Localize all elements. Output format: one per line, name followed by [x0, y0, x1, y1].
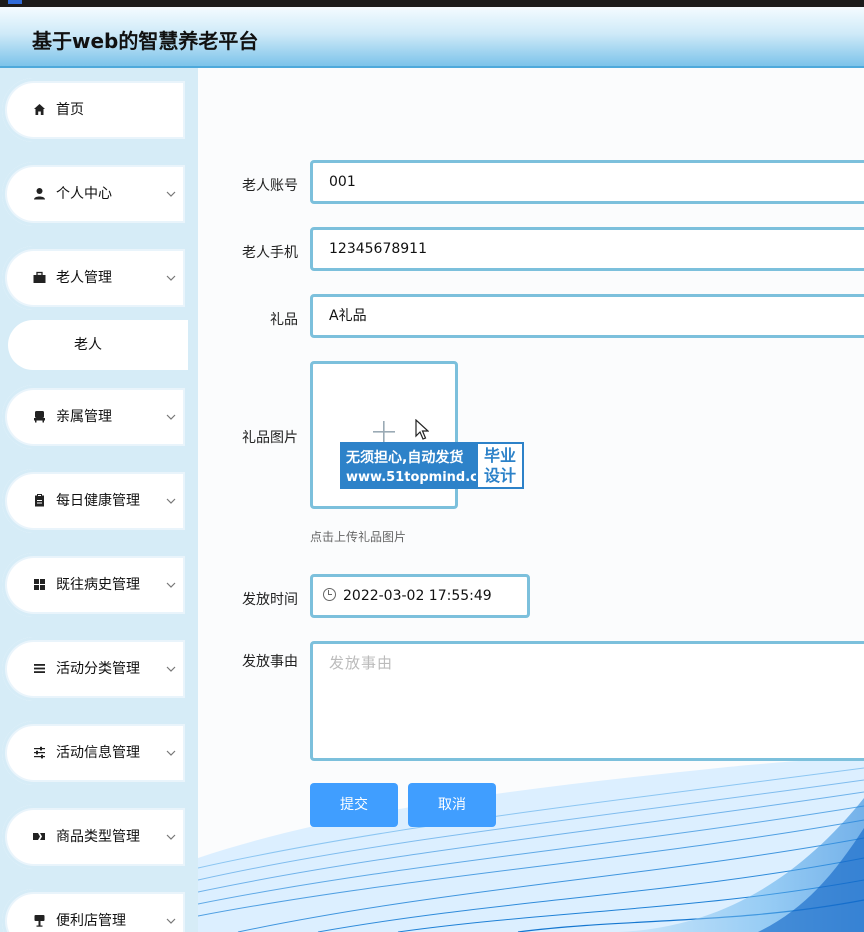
sidebar-item-label: 个人中心 — [56, 186, 112, 202]
reason-label: 发放事由 — [242, 654, 298, 670]
sidebar-item-label: 亲属管理 — [56, 409, 112, 425]
sidebar-item-label: 老人管理 — [56, 270, 112, 286]
issue-time-label: 发放时间 — [242, 592, 298, 608]
watermark-tag-line1: 毕业 — [483, 446, 516, 465]
sidebar-item-personal-center[interactable]: 个人中心 — [2, 162, 188, 226]
account-label: 老人账号 — [242, 178, 298, 194]
chevron-down-icon — [166, 246, 176, 310]
watermark-line2: www.51topmind.com — [346, 470, 501, 485]
user-icon — [32, 186, 46, 200]
home-icon — [32, 102, 46, 116]
app-header: 基于web的智慧养老平台 — [0, 7, 864, 68]
reason-textarea[interactable]: 发放事由 — [310, 641, 864, 761]
chevron-down-icon — [166, 162, 176, 226]
chevron-down-icon — [166, 469, 176, 533]
sidebar-item-activity-info[interactable]: 活动信息管理 — [2, 721, 188, 785]
sidebar-item-medical-history[interactable]: 既往病史管理 — [2, 553, 188, 617]
watermark-tag: 毕业 设计 — [476, 442, 524, 489]
app-title: 基于web的智慧养老平台 — [32, 29, 259, 53]
sidebar-item-elder-management[interactable]: 老人管理 — [2, 246, 188, 310]
sidebar-item-label: 每日健康管理 — [56, 493, 140, 509]
sidebar-item-daily-health[interactable]: 每日健康管理 — [2, 469, 188, 533]
mouse-cursor-icon — [415, 419, 429, 440]
chevron-down-icon — [166, 385, 176, 449]
browser-tab-icon — [8, 0, 22, 4]
chevron-down-icon — [166, 637, 176, 701]
watermark-line1: 无须担心,自动发货 — [346, 450, 464, 466]
sidebar-item-product-type[interactable]: 商品类型管理 — [2, 805, 188, 869]
sidebar-item-label: 首页 — [56, 102, 84, 118]
submit-button[interactable]: 提交 — [310, 783, 398, 827]
gift-image-label: 礼品图片 — [242, 430, 298, 446]
gift-label: 礼品 — [270, 312, 298, 328]
shop-icon — [32, 913, 46, 927]
watermark-text: 无须担心,自动发货 www.51topmind.com — [340, 442, 501, 489]
gift-input[interactable]: A礼品 — [310, 294, 864, 338]
sidebar-item-label: 活动分类管理 — [56, 661, 140, 677]
sidebar-item-label: 活动信息管理 — [56, 745, 140, 761]
chevron-down-icon — [166, 805, 176, 869]
cancel-button[interactable]: 取消 — [408, 783, 496, 827]
clipboard-icon — [32, 493, 46, 507]
watermark-tag-line2: 设计 — [483, 466, 516, 485]
sidebar-item-relatives-management[interactable]: 亲属管理 — [2, 385, 188, 449]
grid-icon — [32, 577, 46, 591]
sidebar-item-activity-category[interactable]: 活动分类管理 — [2, 637, 188, 701]
sidebar-item-convenience-store[interactable]: 便利店管理 — [2, 889, 188, 932]
list-icon — [32, 661, 46, 675]
tag-icon — [32, 829, 46, 843]
watermark-badge: 无须担心,自动发货 www.51topmind.com 毕业 设计 — [340, 442, 524, 489]
sidebar-item-home[interactable]: 首页 — [2, 78, 188, 142]
chevron-down-icon — [166, 889, 176, 932]
sidebar: 首页 个人中心 老人管理 老人 亲属管理 每日健康管理 既往病史管理 活动分类管… — [0, 68, 198, 932]
main-content: 老人账号 001 老人手机 12345678911 礼品 A礼品 礼品图片 点击… — [198, 68, 864, 932]
gift-image-hint: 点击上传礼品图片 — [310, 530, 407, 544]
briefcase-icon — [32, 270, 46, 284]
sidebar-subitem-elder[interactable]: 老人 — [8, 320, 188, 370]
clock-icon — [323, 588, 336, 601]
phone-input[interactable]: 12345678911 — [310, 227, 864, 271]
issue-time-value: 2022-03-02 17:55:49 — [343, 588, 492, 604]
desk-icon — [32, 409, 46, 423]
issue-time-picker[interactable]: 2022-03-02 17:55:49 — [310, 574, 530, 618]
sidebar-item-label: 商品类型管理 — [56, 829, 140, 845]
phone-label: 老人手机 — [242, 245, 298, 261]
chevron-down-icon — [166, 553, 176, 617]
browser-top-strip — [0, 0, 864, 7]
sidebar-item-label: 既往病史管理 — [56, 577, 140, 593]
sidebar-subitem-label: 老人 — [74, 337, 102, 353]
sidebar-item-label: 便利店管理 — [56, 913, 126, 929]
account-input[interactable]: 001 — [310, 160, 864, 204]
sliders-icon — [32, 745, 46, 759]
chevron-down-icon — [166, 721, 176, 785]
